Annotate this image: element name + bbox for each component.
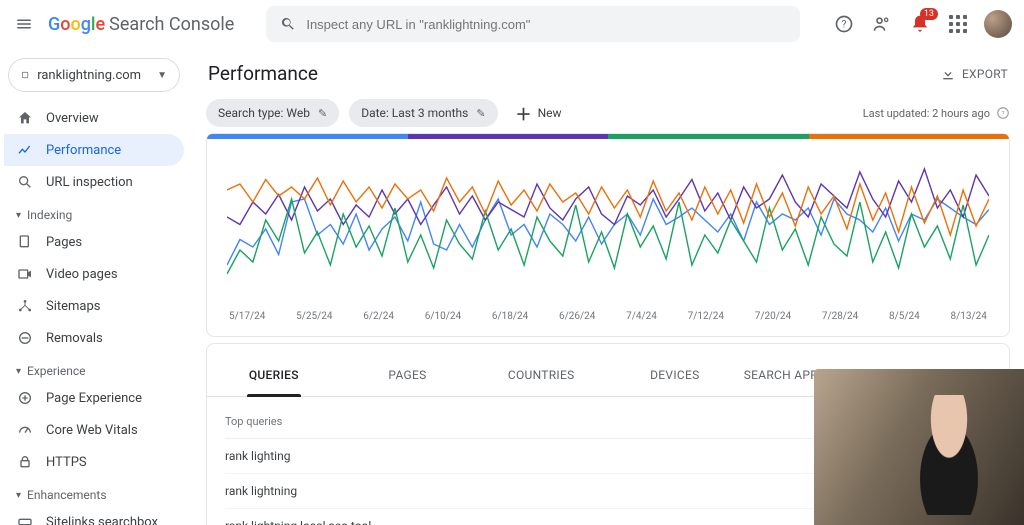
- remove-icon: [16, 330, 34, 346]
- hamburger-icon[interactable]: [12, 12, 36, 36]
- nav-sitemaps[interactable]: Sitemaps: [4, 290, 184, 322]
- nav-overview[interactable]: Overview: [4, 102, 184, 134]
- nav-removals[interactable]: Removals: [4, 322, 184, 354]
- chart-card: 5/17/245/25/246/2/246/10/246/18/246/26/2…: [206, 133, 1010, 337]
- svg-text:?: ?: [1001, 109, 1004, 117]
- property-selector[interactable]: ranklightning.com ▼: [8, 58, 180, 92]
- lock-icon: [16, 454, 34, 470]
- sitemap-icon: [16, 298, 34, 314]
- svg-text:?: ?: [842, 19, 847, 30]
- edit-icon: ✎: [476, 107, 485, 120]
- nav-video-pages[interactable]: Video pages: [4, 258, 184, 290]
- speed-icon: [16, 422, 34, 438]
- url-search[interactable]: [266, 6, 800, 42]
- performance-chart: [227, 157, 989, 307]
- product-logo: Google Search Console: [48, 14, 234, 35]
- plus-circle-icon: [16, 390, 34, 406]
- metric-tabs[interactable]: [207, 134, 1009, 139]
- nav-label: Overview: [46, 111, 99, 126]
- account-avatar[interactable]: [984, 10, 1012, 38]
- chevron-down-icon: ▼: [157, 70, 167, 81]
- notif-badge: 13: [920, 8, 938, 20]
- tab-pages[interactable]: PAGES: [341, 354, 475, 396]
- top-bar: Google Search Console ? 13: [0, 0, 1024, 48]
- tab-devices[interactable]: DEVICES: [608, 354, 742, 396]
- filter-search-type[interactable]: Search type: Web✎: [206, 99, 339, 127]
- info-icon[interactable]: ?: [996, 106, 1010, 120]
- nav-core-web-vitals[interactable]: Core Web Vitals: [4, 414, 184, 446]
- edit-icon: ✎: [318, 107, 327, 120]
- export-button[interactable]: EXPORT: [940, 66, 1008, 82]
- nav-https[interactable]: HTTPS: [4, 446, 184, 478]
- site-icon: [21, 68, 29, 82]
- url-search-input[interactable]: [306, 17, 786, 32]
- search-wrap: [246, 6, 820, 42]
- add-filter[interactable]: ＋New: [508, 101, 570, 125]
- people-icon[interactable]: [870, 12, 894, 36]
- trend-icon: [16, 142, 34, 158]
- nav-performance[interactable]: Performance: [4, 134, 184, 166]
- sidebar: ranklightning.com ▼ Overview Performance…: [0, 48, 192, 525]
- searchbox-icon: [16, 514, 34, 525]
- plus-icon: ＋: [516, 101, 532, 125]
- webcam-overlay: [814, 369, 1024, 525]
- tab-queries[interactable]: QUERIES: [207, 354, 341, 396]
- last-updated: Last updated: 2 hours ago ?: [863, 106, 1010, 120]
- section-experience[interactable]: ▾Experience: [4, 354, 184, 382]
- download-icon: [940, 66, 956, 82]
- pages-icon: [16, 234, 34, 250]
- nav-label: Performance: [46, 143, 121, 158]
- search-icon: [280, 16, 296, 32]
- product-name: Search Console: [109, 14, 234, 35]
- video-icon: [16, 266, 34, 282]
- nav-page-experience[interactable]: Page Experience: [4, 382, 184, 414]
- search-icon: [16, 174, 34, 190]
- nav-pages[interactable]: Pages: [4, 226, 184, 258]
- nav-sitelinks-searchbox[interactable]: Sitelinks searchbox: [4, 506, 184, 525]
- section-enhancements[interactable]: ▾Enhancements: [4, 478, 184, 506]
- nav-url-inspection[interactable]: URL inspection: [4, 166, 184, 198]
- filter-date[interactable]: Date: Last 3 months✎: [349, 99, 497, 127]
- top-actions: ? 13: [832, 10, 1012, 38]
- tab-countries[interactable]: COUNTRIES: [474, 354, 608, 396]
- nav-label: URL inspection: [46, 175, 133, 190]
- section-indexing[interactable]: ▾Indexing: [4, 198, 184, 226]
- notifications-icon[interactable]: 13: [908, 12, 932, 36]
- help-icon[interactable]: ?: [832, 12, 856, 36]
- property-domain: ranklightning.com: [37, 68, 141, 83]
- chart-x-axis: 5/17/245/25/246/2/246/10/246/18/246/26/2…: [227, 307, 989, 330]
- apps-icon[interactable]: [946, 12, 970, 36]
- home-icon: [16, 110, 34, 126]
- page-title: Performance: [208, 62, 318, 85]
